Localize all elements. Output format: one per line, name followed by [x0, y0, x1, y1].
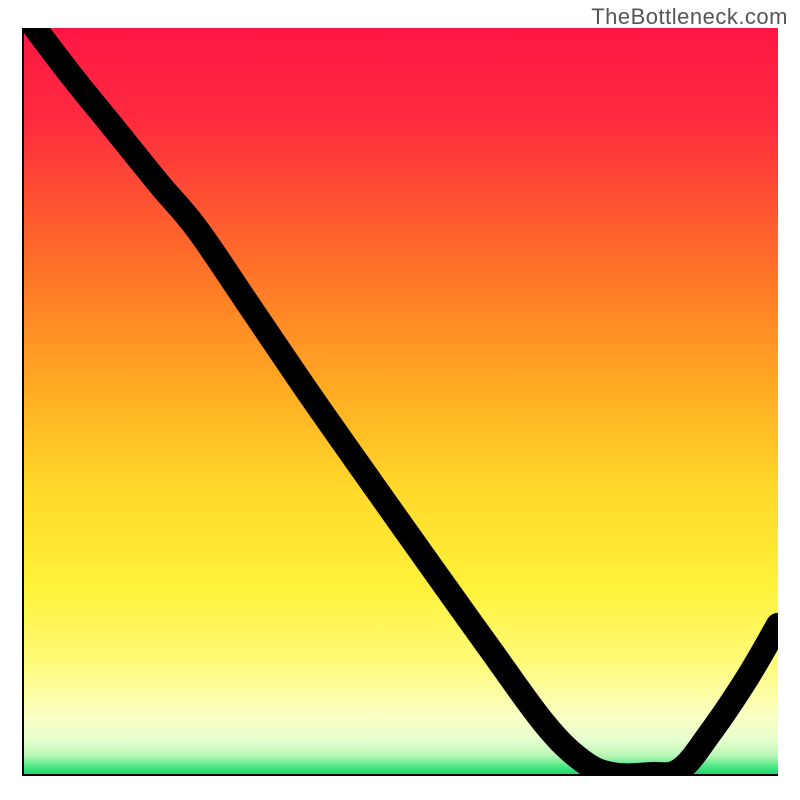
bottleneck-curve: [24, 28, 778, 774]
watermark-text: TheBottleneck.com: [591, 4, 788, 30]
chart-stage: TheBottleneck.com: [0, 0, 800, 800]
chart-series: [24, 28, 778, 774]
plot-area: [22, 28, 778, 776]
